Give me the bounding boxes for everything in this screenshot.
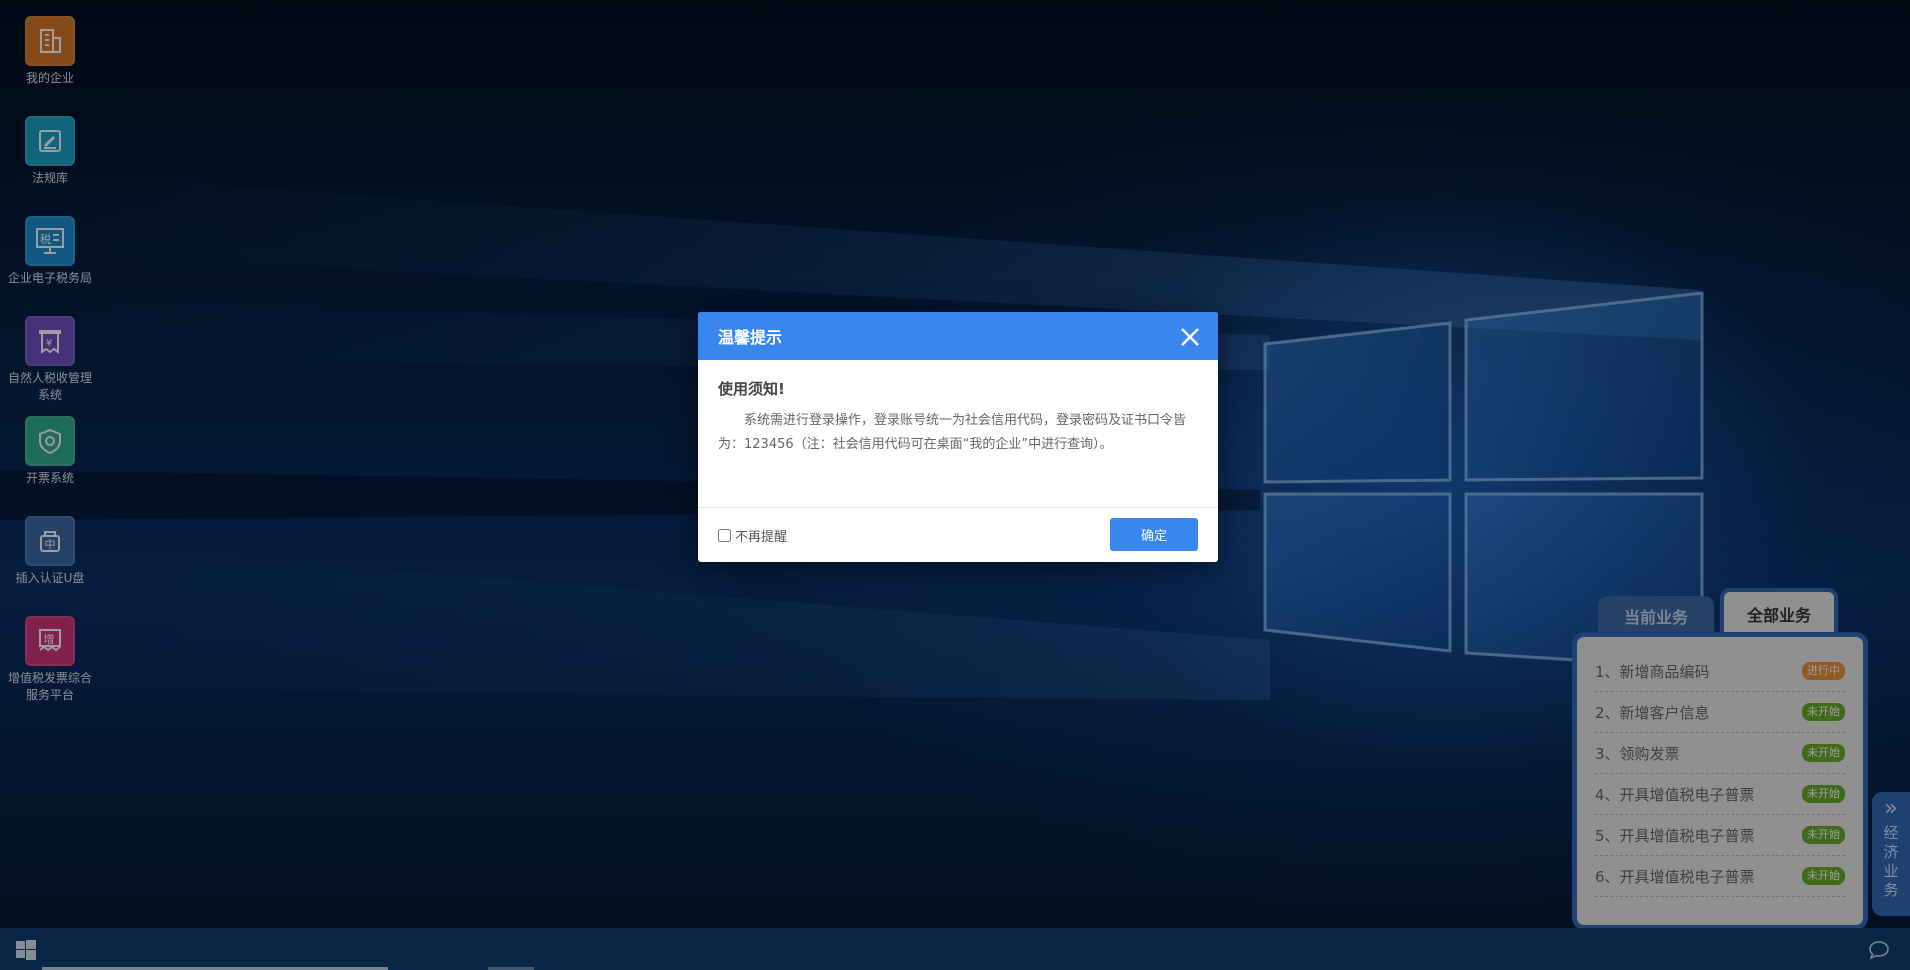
dont-remind-checkbox[interactable] xyxy=(718,529,731,542)
confirm-button[interactable]: 确定 xyxy=(1110,518,1198,551)
dialog-heading: 使用须知! xyxy=(718,380,785,398)
dialog-title: 温馨提示 xyxy=(718,328,783,347)
dont-remind-option[interactable]: 不再提醒 xyxy=(718,526,787,545)
dialog-body: 使用须知! 系统需进行登录操作，登录账号统一为社会信用代码，登录密码及证书口令皆… xyxy=(698,360,1218,508)
dialog-message: 系统需进行登录操作，登录账号统一为社会信用代码，登录密码及证书口令皆为：1234… xyxy=(718,413,1187,452)
dialog-footer: 不再提醒 确定 xyxy=(698,508,1218,562)
dialog-header: 温馨提示 xyxy=(698,312,1218,360)
dont-remind-label: 不再提醒 xyxy=(735,530,788,545)
notice-dialog: 温馨提示 使用须知! 系统需进行登录操作，登录账号统一为社会信用代码，登录密码及… xyxy=(698,312,1218,562)
close-icon[interactable] xyxy=(1180,327,1200,347)
